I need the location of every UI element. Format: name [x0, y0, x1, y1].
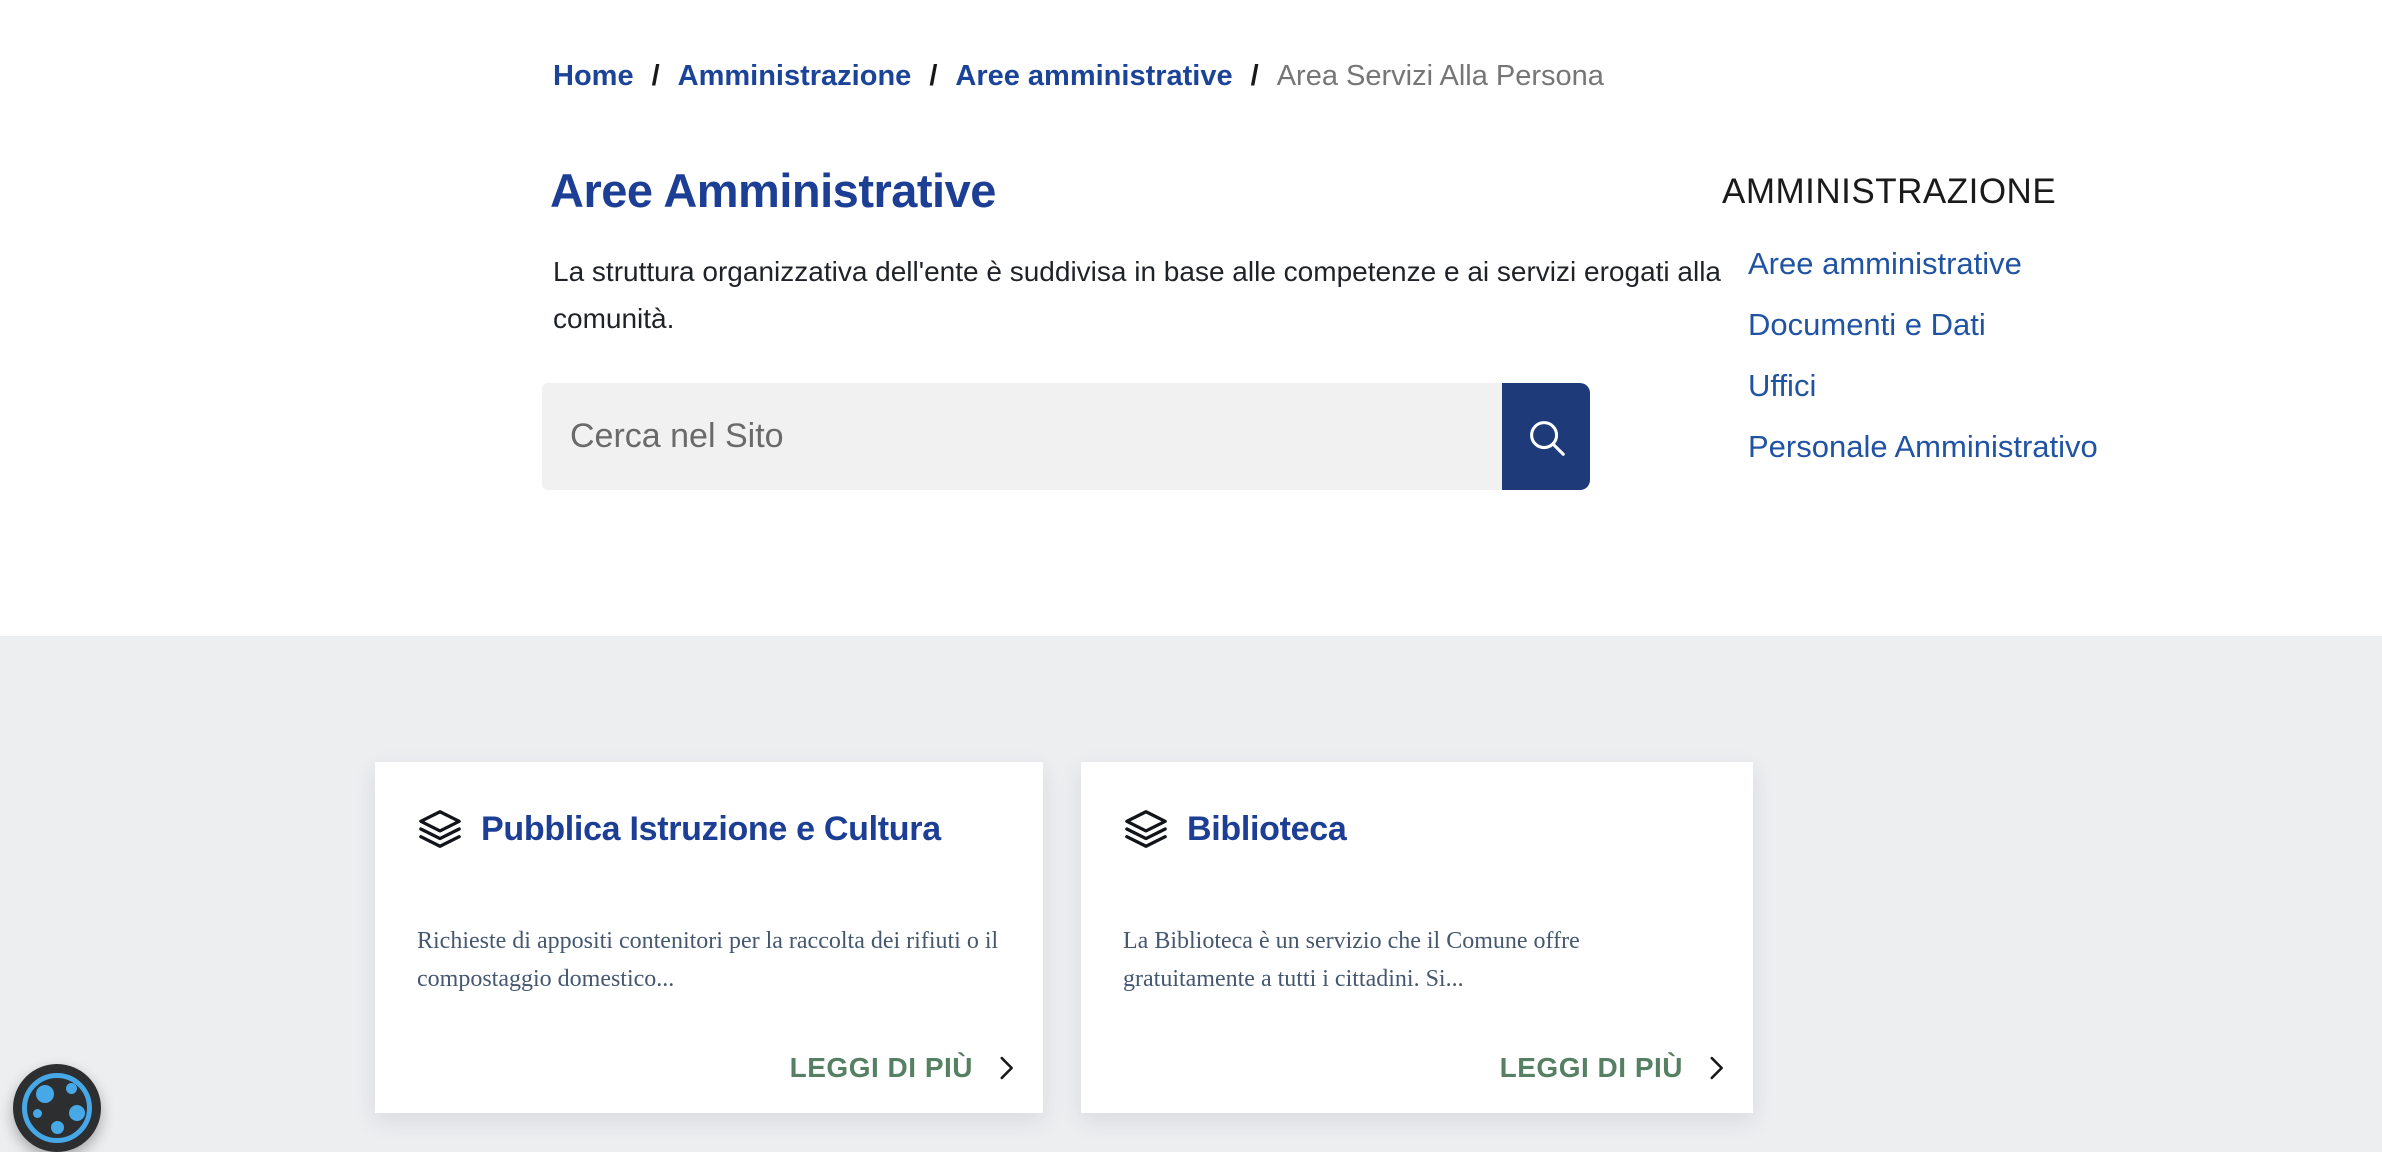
chevron-right-icon: [1699, 1051, 1733, 1085]
layers-icon: [1123, 806, 1169, 852]
read-more-label: LEGGI DI PIÙ: [1500, 1052, 1683, 1084]
card-biblioteca: Biblioteca La Biblioteca è un servizio c…: [1081, 762, 1753, 1113]
page-title: Aree Amministrative: [550, 163, 996, 218]
page-description: La struttura organizzativa dell'ente è s…: [553, 248, 1773, 342]
cards-section: Pubblica Istruzione e Cultura Richieste …: [0, 636, 2382, 1152]
sidebar-amministrazione: AMMINISTRAZIONE Aree amministrative Docu…: [1722, 172, 2098, 490]
sidebar-item: Uffici: [1722, 368, 2098, 404]
breadcrumb-separator: /: [1251, 60, 1259, 93]
cookie-widget-button[interactable]: [13, 1064, 101, 1152]
sidebar-link-aree-amministrative[interactable]: Aree amministrative: [1748, 246, 2022, 281]
sidebar-link-documenti-e-dati[interactable]: Documenti e Dati: [1748, 307, 1986, 342]
breadcrumb-current-page: Area Servizi Alla Persona: [1277, 60, 1604, 93]
sidebar-item: Documenti e Dati: [1722, 307, 2098, 343]
sidebar-item: Aree amministrative: [1722, 246, 2098, 282]
page: Home / Amministrazione / Aree amministra…: [0, 0, 2382, 1152]
card-title[interactable]: Biblioteca: [1187, 810, 1346, 849]
breadcrumb-link-aree-amministrative[interactable]: Aree amministrative: [955, 60, 1232, 93]
breadcrumb-link-home[interactable]: Home: [553, 60, 634, 93]
card-excerpt: La Biblioteca è un servizio che il Comun…: [1123, 922, 1715, 998]
read-more-label: LEGGI DI PIÙ: [790, 1052, 973, 1084]
card-header: Biblioteca: [1123, 806, 1723, 852]
card-excerpt: Richieste di appositi contenitori per la…: [417, 922, 1005, 998]
sidebar-heading: AMMINISTRAZIONE: [1722, 172, 2098, 212]
search-icon: [1523, 414, 1569, 460]
read-more-link[interactable]: LEGGI DI PIÙ: [790, 1051, 1023, 1085]
breadcrumb-separator: /: [652, 60, 660, 93]
sidebar-link-uffici[interactable]: Uffici: [1748, 368, 1816, 403]
card-header: Pubblica Istruzione e Cultura: [417, 806, 1013, 852]
layers-icon: [417, 806, 463, 852]
read-more-link[interactable]: LEGGI DI PIÙ: [1500, 1051, 1733, 1085]
search-button[interactable]: [1502, 383, 1590, 490]
sidebar-item: Personale Amministrativo: [1722, 429, 2098, 465]
breadcrumb-link-amministrazione[interactable]: Amministrazione: [678, 60, 912, 93]
search-input[interactable]: [542, 383, 1502, 490]
chevron-right-icon: [989, 1051, 1023, 1085]
site-search: [542, 383, 1590, 490]
card-title[interactable]: Pubblica Istruzione e Cultura: [481, 810, 941, 849]
breadcrumb-separator: /: [929, 60, 937, 93]
card-pubblica-istruzione-e-cultura: Pubblica Istruzione e Cultura Richieste …: [375, 762, 1043, 1113]
breadcrumb: Home / Amministrazione / Aree amministra…: [553, 60, 1604, 93]
sidebar-link-personale-amministrativo[interactable]: Personale Amministrativo: [1748, 429, 2098, 464]
